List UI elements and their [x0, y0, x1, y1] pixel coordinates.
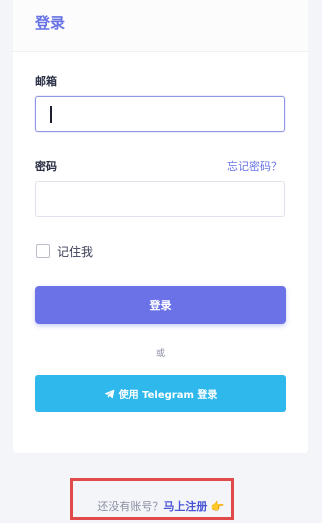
password-label: 密码	[35, 160, 57, 173]
telegram-login-button[interactable]: 使用 Telegram 登录	[35, 375, 286, 412]
signup-link[interactable]: 马上注册	[163, 500, 207, 513]
remember-checkbox[interactable]	[36, 244, 50, 258]
password-field[interactable]	[35, 181, 285, 217]
card-header: 登录	[13, 0, 308, 52]
login-button[interactable]: 登录	[35, 286, 286, 324]
forgot-password-link[interactable]: 忘记密码？	[227, 158, 282, 174]
signup-prompt-text: 还没有账号？	[97, 500, 164, 513]
remember-label[interactable]: 记住我	[57, 243, 93, 260]
pointing-hand-icon: 👉	[210, 500, 225, 513]
login-page: 登录 邮箱 密码 忘记密码？ 记住我 登录 或 使用 Telegram 登录 还…	[0, 0, 322, 523]
page-title: 登录	[35, 14, 66, 32]
or-divider: 或	[155, 349, 165, 359]
email-field[interactable]	[35, 96, 285, 132]
paper-plane-icon	[104, 388, 115, 399]
telegram-button-label: 使用 Telegram 登录	[118, 390, 218, 401]
email-label: 邮箱	[35, 75, 57, 88]
login-card: 登录 邮箱 密码 忘记密码？ 记住我 登录 或 使用 Telegram 登录	[13, 0, 308, 453]
text-caret	[50, 106, 52, 123]
signup-prompt: 还没有账号？马上注册 👉	[0, 498, 322, 514]
